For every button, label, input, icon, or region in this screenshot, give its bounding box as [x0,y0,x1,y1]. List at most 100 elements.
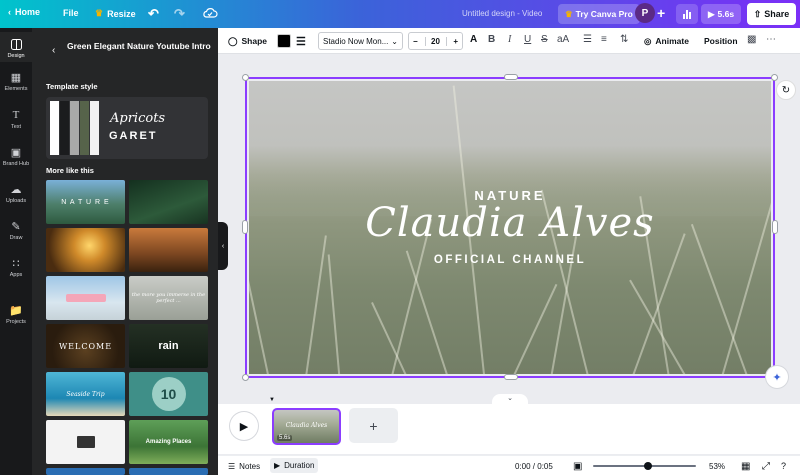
font-size-value[interactable]: 20 [424,36,447,46]
rail-item-design[interactable]: Design [0,32,32,62]
present-play-button[interactable]: ▶ 5.6s [701,4,741,24]
notes-button[interactable]: ☰ Notes [228,456,260,475]
home-button[interactable]: ‹ Home [8,7,40,17]
underline-icon[interactable]: U [524,34,531,45]
line-style-icon[interactable]: ☰ [296,28,306,54]
resize-handle[interactable] [504,374,518,380]
share-button[interactable]: ⇧ Share [747,3,796,25]
rail-item-text[interactable]: T Text [0,108,32,130]
italic-icon[interactable]: I [508,34,511,45]
back-chevron-icon[interactable]: ‹ [52,45,55,56]
resize-button[interactable]: ♛ Resize [95,8,136,19]
decrease-size-icon[interactable]: − [413,37,418,46]
resize-handle[interactable] [242,220,248,234]
wheat-stalk [327,254,341,374]
rail-item-elements[interactable]: ▦ Elements [0,70,32,93]
more-options-icon[interactable]: ⋯ [766,34,776,45]
zoom-level[interactable]: 53% [709,456,725,475]
rail-label: Text [10,124,22,130]
strikethrough-icon[interactable]: S [541,34,548,45]
bold-icon[interactable]: B [488,34,495,45]
align-center-icon[interactable]: ☰ [583,34,592,45]
rail-label: Projects [6,319,26,325]
spacing-icon[interactable]: ⇅ [620,34,628,45]
rail-item-projects[interactable]: 📁 Projects [0,303,32,326]
notes-icon: ☰ [228,461,236,471]
page-view-icon[interactable]: ▣ [573,456,582,475]
zoom-slider[interactable] [593,462,696,470]
letter-case-icon[interactable]: aA [557,34,569,45]
timeline-clip[interactable]: Claudia Alves 5.6s [272,408,341,445]
animate-button[interactable]: ◎ Animate [644,28,689,54]
increase-size-icon[interactable]: + [453,37,458,46]
template-thumbnail[interactable] [46,468,125,475]
template-style-card[interactable]: Apricots GARET [46,97,208,159]
template-thumbnail[interactable]: Amazing Places [129,420,208,464]
list-icon[interactable]: ≡ [601,34,607,45]
template-thumbnail[interactable]: N A T U R E [46,180,125,224]
font-color-icon[interactable]: A [470,34,477,45]
template-thumbnail[interactable]: rain [129,324,208,368]
duration-button[interactable]: ▶ Duration [270,458,319,473]
clip-duration: 5.6s [277,435,293,441]
resize-label: Resize [107,8,136,19]
fullscreen-icon[interactable]: ⤢ [762,456,770,475]
animate-label: Animate [655,36,689,46]
template-thumbnail[interactable] [46,420,125,464]
document-title[interactable]: Untitled design - Video [462,9,542,18]
rail-item-apps[interactable]: ∷ Apps [0,256,32,279]
template-thumbnail[interactable]: WELCOME [46,324,125,368]
rotate-icon[interactable]: ↻ [776,80,796,100]
rail-item-brand-hub[interactable]: ▣ Brand Hub [0,145,32,168]
play-time-label: 5.6s [717,9,735,19]
template-thumbnail[interactable] [129,468,208,475]
resize-handle[interactable] [772,220,778,234]
zoom-slider-handle[interactable] [643,462,652,470]
help-icon[interactable]: ? [781,456,786,475]
add-collaborator-icon[interactable]: + [657,5,665,21]
design-subtitle-text[interactable]: OFFICIAL CHANNEL [249,254,771,266]
cloud-saved-icon[interactable] [202,6,218,20]
chevron-down-icon: ⌄ [391,36,398,46]
resize-handle[interactable] [504,74,518,80]
font-family-select[interactable]: Stadio Now Mon... ⌄ [318,32,403,50]
color-swatch [70,101,79,155]
thumbnail-text: the more you immerse in the perfect ... [131,292,206,304]
avatar[interactable]: P [635,3,655,23]
rail-label: Brand Hub [2,161,30,167]
position-button[interactable]: Position [704,28,738,54]
play-icon[interactable]: ▶ [230,412,258,440]
grid-view-icon[interactable]: ▦ [741,456,750,475]
template-thumbnail[interactable] [129,180,208,224]
template-thumbnail[interactable] [129,228,208,272]
draw-icon: ✎ [11,220,21,233]
template-thumbnail[interactable] [46,276,125,320]
file-menu[interactable]: File [63,8,79,18]
font-size-stepper[interactable]: − 20 + [408,32,463,50]
rail-item-uploads[interactable]: ☁ Uploads [0,182,32,205]
insights-button[interactable] [676,4,698,24]
template-thumbnail[interactable]: 10 [129,372,208,416]
template-thumbnail[interactable]: Seaside Trip [46,372,125,416]
try-canva-pro-button[interactable]: ♛ Try Canva Pro [558,4,640,24]
text-color-swatch[interactable] [277,34,291,48]
playhead-marker-icon[interactable]: ▼ [269,397,275,403]
template-panel: ‹ Green Elegant Nature Youtube Intro Tem… [32,28,218,475]
resize-handle[interactable] [242,74,249,81]
resize-handle[interactable] [242,374,249,381]
clapper-icon [76,436,95,448]
shape-button[interactable]: ◯ Shape [228,28,267,54]
template-thumbnail[interactable] [46,228,125,272]
design-name-text[interactable]: Claudia Alves [249,200,771,246]
clip-title: Claudia Alves [285,422,328,429]
add-page-button[interactable]: + [349,408,398,443]
undo-icon[interactable]: ↶ [148,6,159,22]
transparency-icon[interactable]: ▩ [747,34,756,45]
redo-icon[interactable]: ↷ [174,6,185,22]
rail-item-draw[interactable]: ✎ Draw [0,219,32,242]
collapse-panel-button[interactable]: ‹ [218,222,228,270]
resize-handle[interactable] [771,74,778,81]
template-thumbnail[interactable]: the more you immerse in the perfect ... [129,276,208,320]
chevron-down-icon[interactable]: ⌄ [492,394,528,404]
magic-assistant-icon[interactable]: ✦ [766,366,788,388]
